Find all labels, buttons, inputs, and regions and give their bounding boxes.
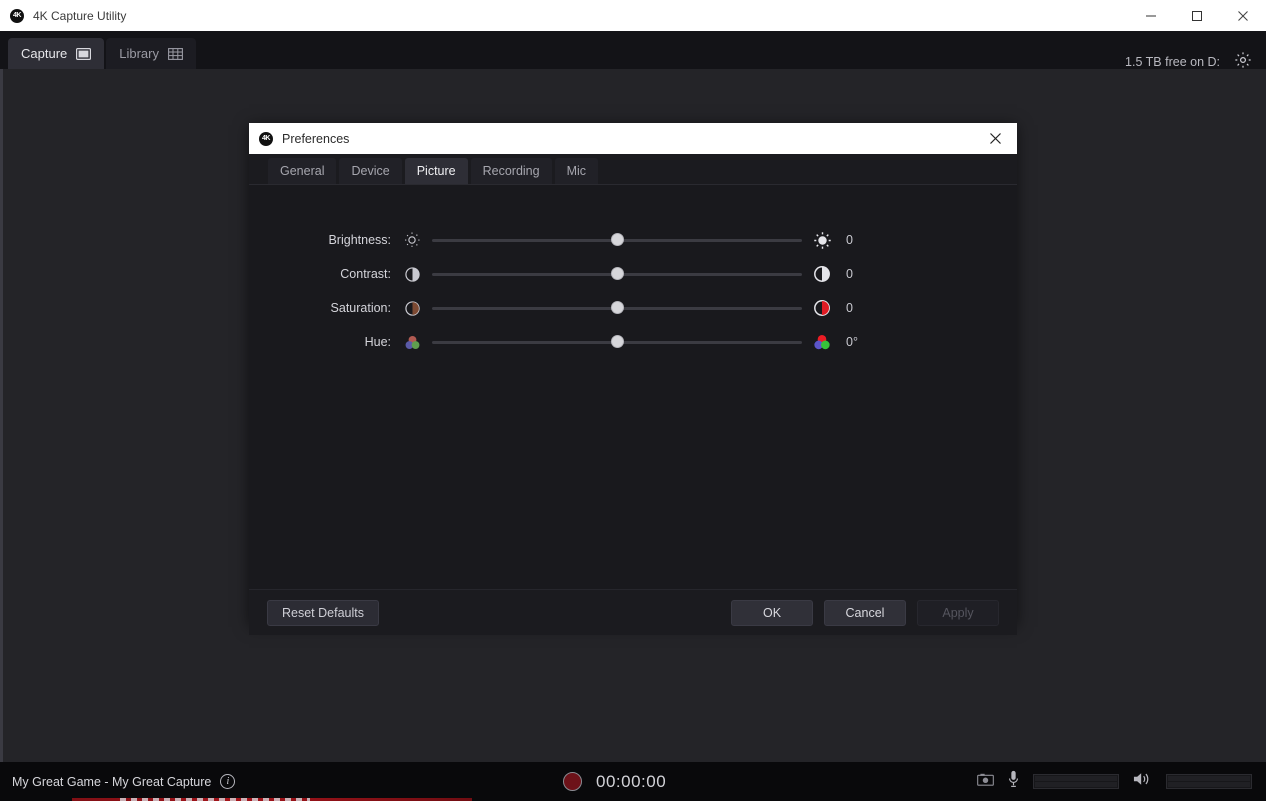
status-right-group [977,770,1252,793]
tab-general[interactable]: General [268,158,337,184]
contrast-low-icon [401,266,423,282]
microphone-icon[interactable] [1008,770,1019,793]
dialog-logo-icon: 4K [259,131,273,146]
saturation-slider-knob[interactable] [610,301,624,314]
app-logo-icon: 4K [10,8,24,23]
dialog-footer: Reset Defaults OK Cancel Apply [249,589,1017,635]
reset-defaults-button[interactable]: Reset Defaults [267,599,379,626]
contrast-label: Contrast: [340,267,391,281]
camera-icon[interactable] [977,773,994,791]
contrast-slider-knob[interactable] [610,267,624,280]
speaker-level-bar-bottom [1168,782,1250,787]
hue-label: Hue: [364,335,391,349]
preferences-dialog: 4K Preferences General Device Picture Re… [249,123,1017,635]
brightness-value: 0 [846,233,853,247]
tab-mic[interactable]: Mic [554,158,599,184]
dialog-title: Preferences [282,131,350,146]
app-tab-bar: Capture Library 1.5 TB free on D: [0,31,1266,69]
sun-outline-icon [401,231,423,249]
dialog-logo-text: 4K [262,135,270,142]
brightness-slider[interactable] [432,230,802,250]
mic-level-bar-top [1035,776,1117,781]
saturation-slider[interactable] [432,298,802,318]
app-window: 4K 4K Capture Utility Capture Library 1.… [0,0,1266,801]
hue-slider-knob[interactable] [610,335,624,348]
maximize-icon[interactable] [1174,0,1220,31]
dialog-body: Brightness: 0 Contrast: 0 Saturation: 0 … [249,185,1017,589]
tab-capture-label: Capture [21,46,68,61]
tab-recording[interactable]: Recording [470,158,552,184]
tab-capture[interactable]: Capture [8,38,105,69]
speaker-level-meter[interactable] [1166,774,1252,789]
saturation-label: Saturation: [330,301,391,315]
tab-device[interactable]: Device [339,158,402,184]
minimize-icon[interactable] [1128,0,1174,31]
sun-filled-icon [811,231,833,250]
picture-settings-list: Brightness: 0 Contrast: 0 Saturation: 0 … [249,185,1017,359]
free-space-label: 1.5 TB free on D: [1125,55,1220,69]
record-controls: 00:00:00 [563,772,666,792]
contrast-high-icon [811,266,833,282]
record-icon[interactable] [563,772,582,791]
capture-info-group: My Great Game - My Great Capture i [12,774,236,789]
dialog-action-buttons: OK Cancel Apply [731,599,999,626]
gear-icon[interactable] [1234,51,1252,69]
ok-button[interactable]: OK [731,599,813,626]
contrast-slider[interactable] [432,264,802,284]
window-controls [1128,0,1266,31]
saturation-value: 0 [846,301,853,315]
preview-left-edge [0,69,3,762]
saturation-high-icon [811,300,833,316]
close-icon[interactable] [1220,0,1266,31]
tab-picture[interactable]: Picture [404,158,468,184]
info-icon[interactable]: i [220,774,236,789]
capture-title: My Great Game - My Great Capture [12,774,212,789]
recording-timer: 00:00:00 [596,771,667,791]
hue-value: 0° [846,335,858,349]
speaker-level-bar-top [1168,776,1250,781]
speaker-icon[interactable] [1133,771,1152,792]
setting-row-contrast: Contrast: 0 [249,257,1017,291]
brightness-label: Brightness: [328,233,391,247]
cancel-button[interactable]: Cancel [824,599,906,626]
hue-high-icon [811,333,833,351]
window-title: 4K Capture Utility [33,8,127,23]
tab-library[interactable]: Library [106,38,196,69]
brightness-slider-knob[interactable] [610,233,624,246]
setting-row-brightness: Brightness: 0 [249,223,1017,257]
apply-button: Apply [917,599,999,626]
setting-row-saturation: Saturation: 0 [249,291,1017,325]
contrast-value: 0 [846,267,853,281]
window-title-bar: 4K 4K Capture Utility [0,0,1266,31]
saturation-low-icon [401,300,423,316]
dialog-tab-bar: General Device Picture Recording Mic [249,154,1017,185]
app-logo-text: 4K [13,12,21,19]
tab-library-label: Library [119,46,159,61]
dialog-close-icon[interactable] [973,123,1017,154]
mic-level-meter[interactable] [1033,774,1119,789]
hue-slider[interactable] [432,332,802,352]
hue-low-icon [401,334,423,351]
mic-level-bar-bottom [1035,782,1117,787]
status-bar: My Great Game - My Great Capture i 00:00… [0,762,1266,801]
setting-row-hue: Hue: 0° [249,325,1017,359]
dialog-title-bar: 4K Preferences [249,123,1017,154]
grid-icon [168,47,183,60]
monitor-icon [76,47,92,60]
